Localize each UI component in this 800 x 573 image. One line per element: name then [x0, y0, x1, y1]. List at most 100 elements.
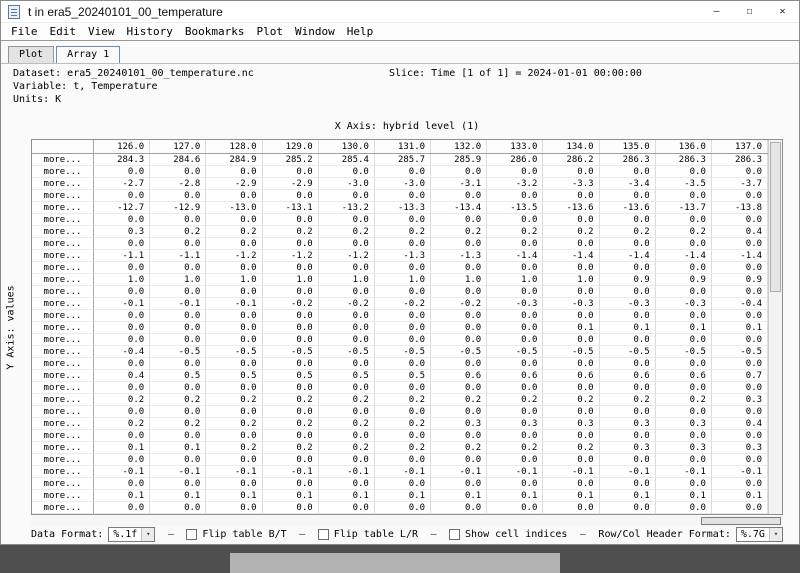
table-cell[interactable]: 0.2 — [487, 442, 543, 454]
table-cell[interactable]: 0.0 — [712, 262, 768, 274]
table-cell[interactable]: 0.0 — [487, 478, 543, 490]
table-cell[interactable]: -0.5 — [712, 346, 768, 358]
row-header-more[interactable]: more... — [32, 166, 94, 178]
table-cell[interactable]: 0.0 — [375, 166, 431, 178]
table-cell[interactable]: 0.0 — [150, 310, 206, 322]
table-cell[interactable]: 1.0 — [543, 274, 599, 286]
table-cell[interactable]: 0.0 — [656, 166, 712, 178]
flip-lr-group[interactable]: Flip table L/R — [318, 529, 418, 540]
menu-view[interactable]: View — [82, 23, 121, 40]
table-cell[interactable]: 0.3 — [94, 226, 150, 238]
maximize-button[interactable]: ☐ — [733, 1, 766, 22]
table-cell[interactable]: 0.0 — [375, 454, 431, 466]
row-header-more[interactable]: more... — [32, 286, 94, 298]
table-cell[interactable]: 0.0 — [543, 286, 599, 298]
table-cell[interactable]: 0.2 — [487, 226, 543, 238]
table-cell[interactable]: 0.0 — [319, 478, 375, 490]
table-cell[interactable]: 0.7 — [712, 370, 768, 382]
table-cell[interactable]: -13.5 — [487, 202, 543, 214]
table-cell[interactable]: -0.5 — [319, 346, 375, 358]
table-cell[interactable]: 0.0 — [319, 322, 375, 334]
table-cell[interactable]: 0.2 — [543, 226, 599, 238]
table-cell[interactable]: 0.3 — [600, 418, 656, 430]
table-cell[interactable]: -0.1 — [263, 466, 319, 478]
table-cell[interactable]: 0.0 — [94, 382, 150, 394]
table-cell[interactable]: 0.0 — [487, 502, 543, 514]
table-cell[interactable]: 0.2 — [487, 394, 543, 406]
table-cell[interactable]: 0.2 — [656, 226, 712, 238]
table-cell[interactable]: 0.0 — [543, 406, 599, 418]
table-cell[interactable]: 0.0 — [206, 382, 262, 394]
table-cell[interactable]: -1.3 — [431, 250, 487, 262]
row-header-more[interactable]: more... — [32, 262, 94, 274]
table-cell[interactable]: -0.1 — [431, 466, 487, 478]
table-cell[interactable]: 0.0 — [600, 382, 656, 394]
table-cell[interactable]: 0.2 — [263, 442, 319, 454]
table-cell[interactable]: 0.0 — [263, 322, 319, 334]
table-cell[interactable]: 0.0 — [375, 190, 431, 202]
table-cell[interactable]: 0.0 — [319, 166, 375, 178]
table-cell[interactable]: 0.2 — [319, 418, 375, 430]
table-cell[interactable]: -0.1 — [94, 298, 150, 310]
table-cell[interactable]: -13.1 — [263, 202, 319, 214]
table-cell[interactable]: 0.0 — [150, 430, 206, 442]
table-cell[interactable]: 0.0 — [375, 322, 431, 334]
table-cell[interactable]: 0.6 — [487, 370, 543, 382]
table-cell[interactable]: -2.9 — [206, 178, 262, 190]
table-cell[interactable]: 0.0 — [150, 454, 206, 466]
table-cell[interactable]: -1.2 — [319, 250, 375, 262]
table-cell[interactable]: -0.4 — [94, 346, 150, 358]
table-cell[interactable]: 0.0 — [600, 454, 656, 466]
table-cell[interactable]: 0.3 — [431, 418, 487, 430]
table-cell[interactable]: 0.1 — [150, 490, 206, 502]
table-cell[interactable]: -3.7 — [712, 178, 768, 190]
table-cell[interactable]: 0.6 — [600, 370, 656, 382]
table-cell[interactable]: 0.0 — [150, 286, 206, 298]
table-cell[interactable]: 0.0 — [656, 310, 712, 322]
data-format-combobox[interactable]: %.1f ▾ — [108, 527, 155, 542]
table-cell[interactable]: 0.0 — [656, 262, 712, 274]
table-cell[interactable]: 0.0 — [150, 262, 206, 274]
table-cell[interactable]: -13.3 — [375, 202, 431, 214]
row-header-more[interactable]: more... — [32, 274, 94, 286]
table-cell[interactable]: -1.2 — [206, 250, 262, 262]
table-cell[interactable]: 286.2 — [543, 154, 599, 166]
table-cell[interactable]: 0.0 — [487, 322, 543, 334]
table-cell[interactable]: 0.0 — [600, 358, 656, 370]
table-cell[interactable]: -0.1 — [206, 298, 262, 310]
table-cell[interactable]: -3.0 — [375, 178, 431, 190]
table-cell[interactable]: 0.0 — [206, 502, 262, 514]
table-cell[interactable]: 0.6 — [656, 370, 712, 382]
table-cell[interactable]: 0.2 — [206, 394, 262, 406]
table-cell[interactable]: 0.0 — [150, 358, 206, 370]
table-cell[interactable]: 0.0 — [656, 358, 712, 370]
table-cell[interactable]: 0.6 — [431, 370, 487, 382]
row-header-more[interactable]: more... — [32, 178, 94, 190]
table-cell[interactable]: -0.1 — [656, 466, 712, 478]
table-cell[interactable]: 0.0 — [600, 238, 656, 250]
row-header-more[interactable]: more... — [32, 346, 94, 358]
table-cell[interactable]: 0.0 — [431, 454, 487, 466]
table-cell[interactable]: 0.0 — [150, 322, 206, 334]
table-cell[interactable]: 0.0 — [487, 454, 543, 466]
table-cell[interactable]: 0.0 — [150, 190, 206, 202]
table-cell[interactable]: 284.3 — [94, 154, 150, 166]
table-cell[interactable]: -0.3 — [543, 298, 599, 310]
table-cell[interactable]: 0.0 — [712, 382, 768, 394]
table-cell[interactable]: 0.3 — [487, 418, 543, 430]
table-cell[interactable]: 0.0 — [206, 286, 262, 298]
table-cell[interactable]: 0.0 — [263, 382, 319, 394]
show-cell-indices-group[interactable]: Show cell indices — [449, 529, 567, 540]
table-cell[interactable]: 0.0 — [600, 310, 656, 322]
table-cell[interactable]: -1.3 — [375, 250, 431, 262]
table-cell[interactable]: -2.7 — [94, 178, 150, 190]
table-cell[interactable]: 0.0 — [600, 478, 656, 490]
table-cell[interactable]: 0.5 — [263, 370, 319, 382]
table-cell[interactable]: 0.2 — [600, 226, 656, 238]
table-cell[interactable]: 0.0 — [263, 406, 319, 418]
row-header-more[interactable]: more... — [32, 358, 94, 370]
table-cell[interactable]: 0.0 — [656, 334, 712, 346]
table-cell[interactable]: 0.0 — [712, 406, 768, 418]
table-cell[interactable]: 0.0 — [206, 214, 262, 226]
table-cell[interactable]: 0.1 — [431, 490, 487, 502]
